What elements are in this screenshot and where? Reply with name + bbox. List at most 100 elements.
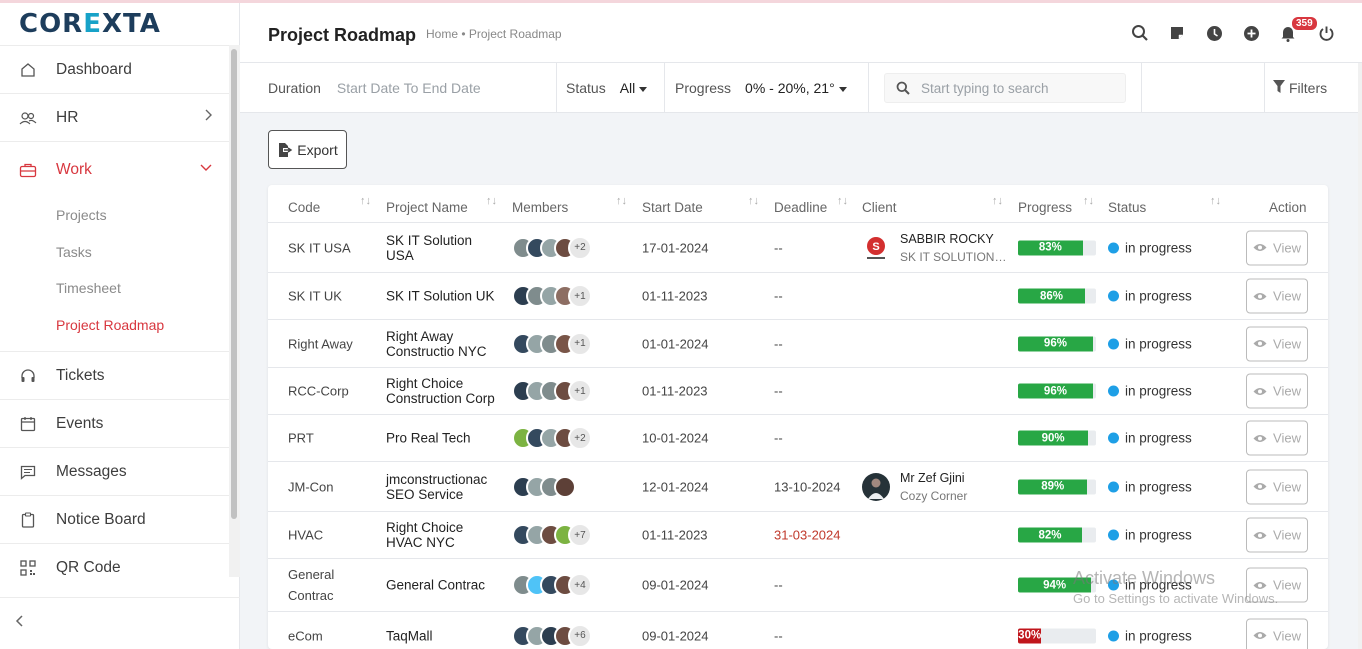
status-select[interactable]: All	[620, 80, 636, 96]
row-project-name[interactable]: jmconstructionac SEO Service	[386, 472, 496, 502]
divider	[664, 63, 665, 113]
view-button[interactable]: View	[1246, 517, 1308, 553]
row-project-name[interactable]: Right Choice Construction Corp	[386, 376, 504, 406]
duration-input[interactable]: Start Date To End Date	[337, 80, 481, 96]
sidebar-item-dashboard[interactable]: Dashboard	[0, 45, 229, 93]
progress-bar: 82%	[1018, 527, 1096, 543]
row-progress: 82%	[1018, 527, 1096, 543]
view-button-box[interactable]: View	[1246, 326, 1308, 361]
sidebar-scrollbar-thumb[interactable]	[231, 49, 237, 519]
sidebar-item-work[interactable]: Work	[0, 141, 229, 197]
view-button-box[interactable]: View	[1246, 373, 1308, 409]
view-button-box[interactable]: View	[1246, 278, 1308, 314]
view-button[interactable]: View	[1246, 278, 1308, 314]
row-members[interactable]: +7	[512, 523, 592, 547]
view-button-box[interactable]: View	[1246, 517, 1308, 553]
column-status[interactable]: Status	[1108, 200, 1146, 215]
row-deadline: --	[774, 383, 783, 399]
eye-icon	[1253, 387, 1267, 395]
row-members[interactable]: +1	[512, 379, 592, 403]
view-button[interactable]: View	[1246, 373, 1308, 409]
progress-bar: 96%	[1018, 383, 1096, 399]
row-progress: 96%	[1018, 383, 1096, 399]
sidebar-subitem-project-roadmap[interactable]: Project Roadmap	[0, 307, 229, 344]
sort-icon[interactable]: ↑↓	[992, 195, 1003, 207]
view-button-box[interactable]: View	[1246, 618, 1308, 649]
table-row: JM-Con jmconstructionac SEO Service 12-0…	[268, 462, 1328, 512]
row-members[interactable]: +2	[512, 426, 592, 450]
export-button[interactable]: Export	[268, 130, 347, 169]
search-icon[interactable]	[1130, 23, 1150, 43]
row-project-name[interactable]: Right Away Constructio NYC	[386, 329, 491, 359]
column-members[interactable]: Members	[512, 200, 568, 215]
page-scrollbar[interactable]	[1358, 63, 1362, 649]
row-client[interactable]: S SABBIR ROCKY SK IT SOLUTION USA	[862, 232, 1008, 264]
sidebar-subitem-tasks[interactable]: Tasks	[0, 234, 229, 271]
sidebar-item-tickets[interactable]: Tickets	[0, 351, 229, 399]
sort-icon[interactable]: ↑↓	[486, 195, 497, 207]
view-button[interactable]: View	[1246, 326, 1308, 361]
row-project-name[interactable]: Pro Real Tech	[386, 431, 501, 446]
status-filter[interactable]: Status All	[566, 63, 648, 113]
sidebar-item-hr[interactable]: HR	[0, 93, 229, 141]
corexta-logo[interactable]: COREXTA	[0, 3, 239, 45]
clock-icon[interactable]	[1204, 23, 1224, 43]
sort-icon[interactable]: ↑↓	[748, 195, 759, 207]
row-members[interactable]: +1	[512, 331, 592, 356]
duration-filter[interactable]: Duration Start Date To End Date	[268, 63, 481, 113]
column-start-date[interactable]: Start Date	[642, 200, 703, 215]
sidebar-nav: Dashboard HR Work Projects Tasks Timeshe…	[0, 45, 229, 591]
view-button[interactable]: View	[1246, 230, 1308, 265]
sticky-note-icon[interactable]	[1167, 23, 1187, 43]
add-icon[interactable]	[1241, 23, 1261, 43]
column-deadline[interactable]: Deadline	[774, 200, 827, 215]
client-logo: S	[862, 233, 890, 262]
sort-icon[interactable]: ↑↓	[1083, 195, 1094, 207]
power-icon[interactable]	[1316, 23, 1336, 43]
filters-button[interactable]: Filters	[1273, 63, 1327, 113]
row-project-name[interactable]: SK IT Solution USA	[386, 233, 491, 263]
view-button[interactable]: View	[1246, 618, 1308, 649]
row-project-name[interactable]: Right Choice HVAC NYC	[386, 520, 486, 550]
column-code[interactable]: Code	[288, 200, 320, 215]
view-button[interactable]: View	[1246, 469, 1308, 504]
column-project-name[interactable]: Project Name	[386, 200, 468, 215]
view-button[interactable]: View	[1246, 420, 1308, 456]
status-text: in progress	[1125, 430, 1192, 446]
sidebar-item-qr-code[interactable]: QR Code	[0, 543, 229, 591]
row-project-name[interactable]: TaqMall	[386, 628, 501, 643]
sort-icon[interactable]: ↑↓	[1210, 195, 1221, 207]
sidebar-subitem-timesheet[interactable]: Timesheet	[0, 270, 229, 307]
sidebar-item-notice-board[interactable]: Notice Board	[0, 495, 229, 543]
row-client[interactable]: Mr Zef Gjini Cozy Corner	[862, 471, 1008, 503]
progress-filter[interactable]: Progress 0% - 20%, 21°	[675, 63, 848, 113]
sort-icon[interactable]: ↑↓	[360, 195, 371, 207]
status-text: in progress	[1125, 527, 1192, 543]
row-members[interactable]: +1	[512, 284, 592, 308]
row-members[interactable]: +2	[512, 235, 592, 260]
row-members[interactable]: +6	[512, 623, 592, 648]
progress-fill: 89%	[1018, 479, 1088, 494]
row-project-name[interactable]: General Contrac	[386, 578, 501, 593]
search-box[interactable]: Start typing to search	[884, 73, 1126, 103]
row-members[interactable]: +4	[512, 573, 592, 597]
sidebar-item-events[interactable]: Events	[0, 399, 229, 447]
view-button-box[interactable]: View	[1246, 420, 1308, 456]
sidebar-item-messages[interactable]: Messages	[0, 447, 229, 495]
sort-icon[interactable]: ↑↓	[837, 195, 848, 207]
search-input[interactable]: Start typing to search	[921, 81, 1049, 96]
sort-icon[interactable]: ↑↓	[616, 195, 627, 207]
breadcrumb[interactable]: Home • Project Roadmap	[426, 27, 562, 41]
view-button-box[interactable]: View	[1246, 230, 1308, 265]
column-progress[interactable]: Progress	[1018, 200, 1072, 215]
row-code: HVAC	[288, 527, 324, 543]
progress-fill: 90%	[1018, 430, 1089, 446]
column-client[interactable]: Client	[862, 200, 897, 215]
view-button-box[interactable]: View	[1246, 469, 1308, 504]
collapse-sidebar-button[interactable]	[0, 597, 240, 649]
progress-select[interactable]: 0% - 20%, 21°	[745, 80, 837, 96]
sidebar-subitem-projects[interactable]: Projects	[0, 197, 229, 234]
row-project-name[interactable]: SK IT Solution UK	[386, 289, 501, 304]
progress-fill: 82%	[1018, 527, 1082, 543]
row-members[interactable]	[512, 475, 576, 498]
